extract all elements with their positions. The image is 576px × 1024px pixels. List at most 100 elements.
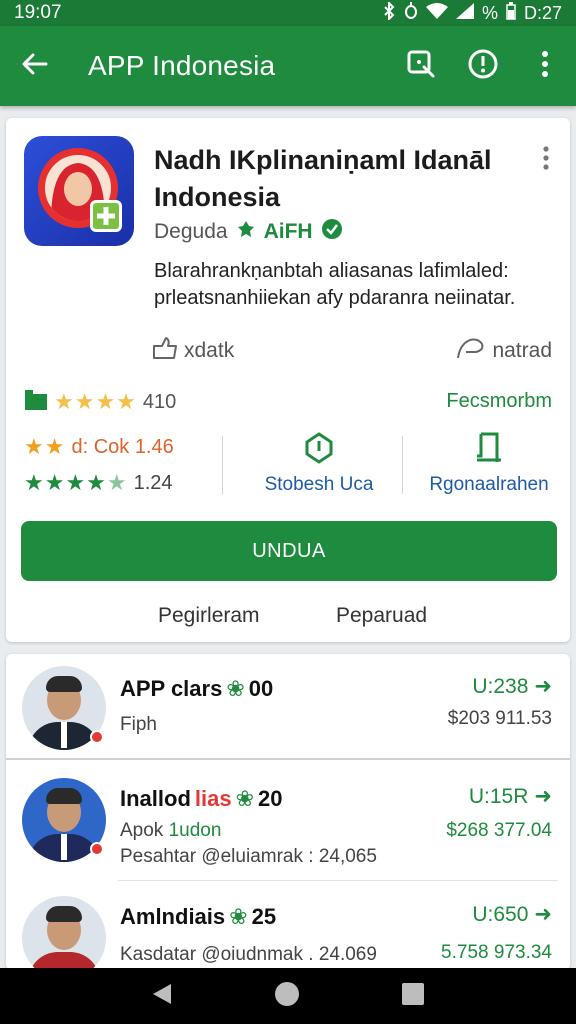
rating-summary: ★★★★ 410 (24, 388, 176, 416)
leaf-icon: ❀ (235, 786, 255, 811)
share-icon (152, 336, 178, 366)
info-button[interactable] (452, 26, 514, 106)
leaf-icon (236, 219, 256, 245)
app-bar: APP Indonesia (0, 26, 576, 106)
list-item-price-text: U:650 (472, 902, 529, 926)
plus-icon (90, 200, 122, 232)
search-icon (406, 49, 436, 84)
developer-name: Deguda (154, 220, 228, 243)
list-item-title-text: Amlndiais (120, 904, 226, 929)
divider (118, 880, 558, 881)
status-bar: 19:07 % D:27 (0, 0, 576, 26)
list-item-title-suffix: 25 (251, 904, 277, 929)
star-rating-icon: ★★★★★ (24, 470, 128, 495)
list-item-detail: Pesahtar @eluiamrak : 24,065 (120, 846, 377, 867)
link-delivery[interactable]: Pegirleram (158, 604, 260, 628)
rating-count: 410 (142, 390, 177, 413)
more-vert-icon (536, 146, 556, 178)
status-battery-text: % (481, 2, 498, 23)
status-clock: D:27 (523, 2, 562, 23)
arrow-icon: ➜ (534, 785, 552, 808)
related-list-card: APP clars ❀ 00 Fiph U:238 ➜ $203 911.53 … (6, 654, 570, 970)
list-item-amount: 5.758 973.34 (441, 942, 552, 963)
share-wishlist-row: xdatk natrad (6, 330, 570, 370)
more-vert-icon (541, 50, 549, 82)
wishlist-label: natrad (492, 339, 552, 362)
star-rating-icon: ★★★★ (54, 389, 137, 414)
bluetooth-icon (382, 0, 396, 25)
divider (6, 758, 570, 760)
app-title: Nadh IKplinaniṇaml Idanāl Indonesia (154, 145, 492, 212)
status-time: 19:07 (14, 2, 62, 23)
list-item-title-highlight: lias (194, 786, 232, 811)
list-item-price: U:238 ➜ (472, 674, 552, 699)
alert-icon (467, 48, 499, 85)
list-item-price-text: U:15R (468, 784, 529, 808)
status-badge (90, 730, 104, 744)
list-item-subtitle-b: 1udon (168, 820, 222, 841)
stat-permissions-label: Rgonaalrahen (429, 474, 549, 495)
app-detail-card: Nadh IKplinaniṇaml Idanāl Indonesia Degu… (6, 118, 570, 642)
search-button[interactable] (390, 26, 452, 106)
app-description: Blarahrankṇanbtah aliasanas lafimlaled: … (154, 260, 516, 309)
stat-security-label: Stobesh Uca (264, 474, 374, 495)
leaf-icon: ❀ (226, 676, 245, 701)
home-nav-button[interactable] (274, 981, 300, 1012)
avatar (22, 896, 106, 970)
list-item-subtitle: Apok 1udon (120, 820, 221, 842)
app-bar-title: APP Indonesia (88, 50, 276, 81)
list-item-amount: $203 911.53 (447, 708, 552, 729)
developer-tag: AiFH (263, 220, 313, 243)
back-nav-button[interactable] (151, 982, 173, 1011)
list-item-price: U:15R ➜ (469, 784, 552, 809)
app-overflow-button[interactable] (536, 144, 556, 174)
rating-average-value: 1.24 (133, 471, 173, 494)
star-rating-icon: ★★ (24, 434, 66, 459)
list-item-subtitle: Fiph (120, 714, 157, 735)
list-item-title: Inallod lias ❀ 20 (120, 786, 283, 812)
list-item-price-text: U:238 (472, 674, 529, 698)
list-item[interactable]: Inallod lias ❀ 20 Apok 1udon Pesahtar @el… (6, 762, 570, 880)
divider (222, 436, 223, 494)
list-item-title-text: APP clars (120, 676, 223, 701)
wifi-icon (425, 2, 448, 24)
list-item-title-suffix: 00 (248, 676, 274, 701)
gift-icon (24, 388, 48, 416)
list-item-title-suffix: 20 (258, 786, 283, 811)
document-icon (404, 432, 574, 466)
stat-security[interactable]: Stobesh Uca (234, 432, 404, 496)
developer-row[interactable]: Deguda AiFH (154, 218, 343, 246)
verified-icon (321, 218, 343, 246)
list-item-subtitle-a: Apok (120, 820, 164, 841)
shield-icon (234, 432, 404, 466)
arrow-icon: ➜ (534, 903, 552, 926)
list-item-title: Amlndiais ❀ 25 (120, 904, 276, 930)
share-button[interactable]: xdatk (152, 336, 234, 366)
wishlist-icon (456, 336, 486, 366)
rating-detail-text: d: Cok 1.46 (71, 435, 174, 458)
arrow-left-icon (22, 53, 48, 80)
link-compare[interactable]: Peparuad (336, 604, 427, 628)
status-icons: % D:27 (382, 0, 562, 25)
signal-icon (455, 2, 474, 24)
wishlist-button[interactable]: natrad (456, 336, 552, 366)
list-item[interactable]: APP clars ❀ 00 Fiph U:238 ➜ $203 911.53 (6, 654, 570, 760)
recents-nav-button[interactable] (401, 982, 425, 1011)
system-nav-bar (0, 968, 576, 1024)
status-badge (90, 842, 104, 856)
arrow-icon: ➜ (534, 675, 552, 698)
list-item-amount: $268 377.04 (446, 820, 552, 841)
share-label: xdatk (184, 339, 235, 362)
app-icon[interactable] (24, 136, 134, 246)
list-item[interactable]: Amlndiais ❀ 25 Kasdatar @oiudnmak . 24.0… (6, 884, 570, 970)
stat-permissions[interactable]: Rgonaalrahen (404, 432, 574, 496)
list-item-title-text: Inallod (120, 786, 191, 811)
install-button[interactable]: UNDUA (21, 521, 557, 581)
overflow-menu-button[interactable] (514, 26, 576, 106)
rating-average: ★★★★★ 1.24 (24, 470, 173, 496)
leaf-icon: ❀ (229, 904, 248, 929)
divider (402, 436, 403, 494)
recommend-link[interactable]: Fecsmorbm (446, 390, 552, 413)
back-button[interactable] (0, 26, 70, 106)
battery-icon (506, 1, 516, 25)
